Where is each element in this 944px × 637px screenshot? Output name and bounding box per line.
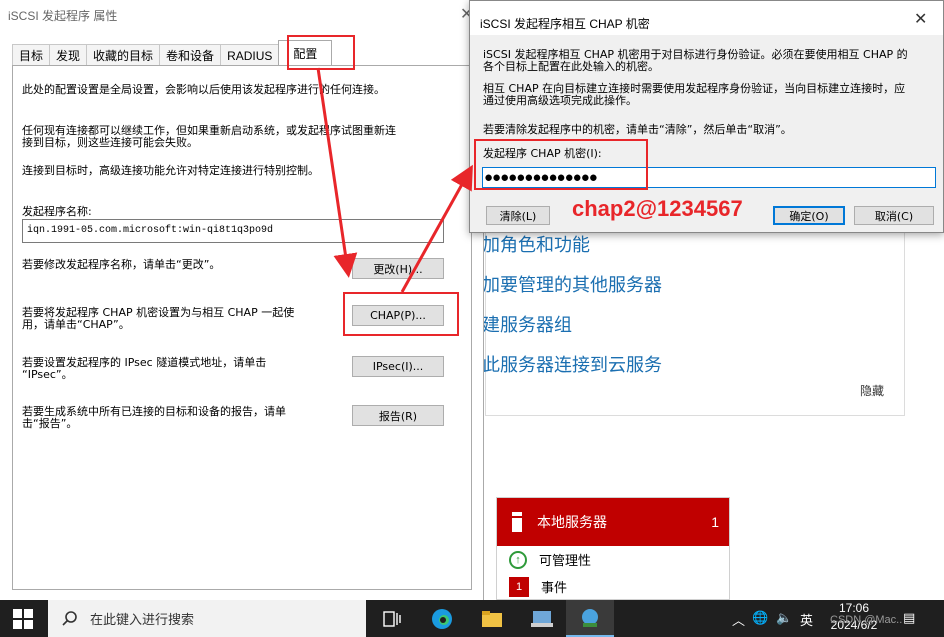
initiator-name-field[interactable]: iqn.1991-05.com.microsoft:win-qi8t1q3po9… [22, 219, 444, 243]
initiator-name-label: 发起程序名称: [22, 205, 92, 218]
tile-count: 1 [711, 514, 719, 530]
cancel-button[interactable]: 取消(C) [854, 206, 934, 225]
create-server-group-link[interactable]: 建服务器组 [482, 311, 572, 337]
close-icon[interactable]: ✕ [914, 9, 927, 29]
tile-row-label: 事件 [541, 580, 568, 595]
intro-text: 此处的配置设置是全局设置，会影响以后使用该发起程序进行的任何连接。 [22, 83, 385, 96]
search-icon [62, 610, 77, 626]
add-roles-link[interactable]: 加角色和功能 [482, 231, 590, 257]
clear-button[interactable]: 清除(L) [486, 206, 550, 225]
file-explorer-icon[interactable] [468, 600, 516, 637]
taskbar-search-box[interactable]: 在此键入进行搜索 [48, 600, 366, 637]
server-manager-icon[interactable] [518, 600, 566, 637]
tile-header[interactable]: 本地服务器 1 [497, 498, 729, 546]
network-icon[interactable]: 🌐 [752, 610, 768, 626]
local-server-tile[interactable]: 本地服务器 1 ↑ 可管理性 1 事件 [496, 497, 730, 600]
search-placeholder: 在此键入进行搜索 [90, 612, 195, 627]
change-text: 若要修改发起程序名称，请单击“更改”。 [22, 258, 221, 271]
edge-icon[interactable] [418, 600, 466, 637]
annotation-password-text: chap2@1234567 [572, 196, 743, 221]
highlight-secret-field [474, 139, 648, 190]
notification-icon[interactable]: ▤ [903, 610, 915, 626]
tab-discovery[interactable]: 发现 [49, 44, 88, 66]
tab-bar: 目标 发现 收藏的目标 卷和设备 RADIUS 配置 [12, 40, 333, 66]
server-icon [512, 512, 522, 532]
tile-row-events[interactable]: 1 事件 [497, 573, 729, 599]
warning-text-line2: 接到目标，则这些连接可能会失败。 [22, 136, 198, 149]
tab-targets[interactable]: 目标 [12, 44, 51, 66]
change-button[interactable]: 更改(H)... [352, 258, 444, 279]
chap-desc1-line2: 各个目标上配置在此处输入的机密。 [483, 60, 659, 73]
taskbar: 在此键入进行搜索 ︿ 🌐 🔈 英 17:06 2024/6/2 ▤ [0, 600, 944, 637]
chevron-up-icon[interactable]: ︿ [732, 610, 745, 629]
task-view-icon[interactable] [368, 600, 416, 637]
connect-cloud-link[interactable]: 此服务器连接到云服务 [482, 351, 662, 377]
chap-dialog-titlebar: iSCSI 发起程序相互 CHAP 机密 ✕ [470, 1, 943, 35]
ime-indicator[interactable]: 英 [800, 610, 813, 629]
tile-row-manageability[interactable]: ↑ 可管理性 [497, 546, 729, 573]
tile-row-label: 可管理性 [539, 553, 592, 568]
ok-button[interactable]: 确定(O) [773, 206, 845, 225]
tab-radius[interactable]: RADIUS [220, 44, 280, 66]
ipsec-button[interactable]: IPsec(I)... [352, 356, 444, 377]
chap-text-line2: 用，请单击“CHAP”。 [22, 318, 130, 331]
up-arrow-icon: ↑ [509, 550, 527, 569]
ipsec-text-line2: “IPsec”。 [22, 368, 73, 381]
volume-icon[interactable]: 🔈 [776, 610, 792, 626]
dialog-title: iSCSI 发起程序 属性 [8, 9, 118, 23]
event-count-badge: 1 [509, 576, 529, 597]
report-text-line2: 击“报告”。 [22, 417, 78, 430]
highlight-chap-button [343, 292, 459, 336]
advanced-text: 连接到目标时，高级连接功能允许对特定连接进行特别控制。 [22, 164, 319, 177]
chap-clear-instructions: 若要清除发起程序中的机密，请单击“清除”，然后单击“取消”。 [483, 123, 792, 136]
add-servers-link[interactable]: 加要管理的其他服务器 [482, 271, 662, 297]
iscsi-icon[interactable] [566, 600, 614, 637]
tile-title: 本地服务器 [537, 514, 607, 530]
hide-link[interactable]: 隐藏 [860, 382, 884, 399]
tab-volumes-devices[interactable]: 卷和设备 [159, 44, 222, 66]
chap-dialog-title: iSCSI 发起程序相互 CHAP 机密 [480, 17, 650, 31]
report-button[interactable]: 报告(R) [352, 405, 444, 426]
chap-desc2-line2: 通过使用高级选项完成此操作。 [483, 94, 637, 107]
highlight-config-tab [287, 35, 355, 70]
watermark: CSDN @Mac.. [830, 614, 903, 626]
tab-favorite-targets[interactable]: 收藏的目标 [86, 44, 161, 66]
windows-start-icon[interactable] [13, 609, 33, 629]
